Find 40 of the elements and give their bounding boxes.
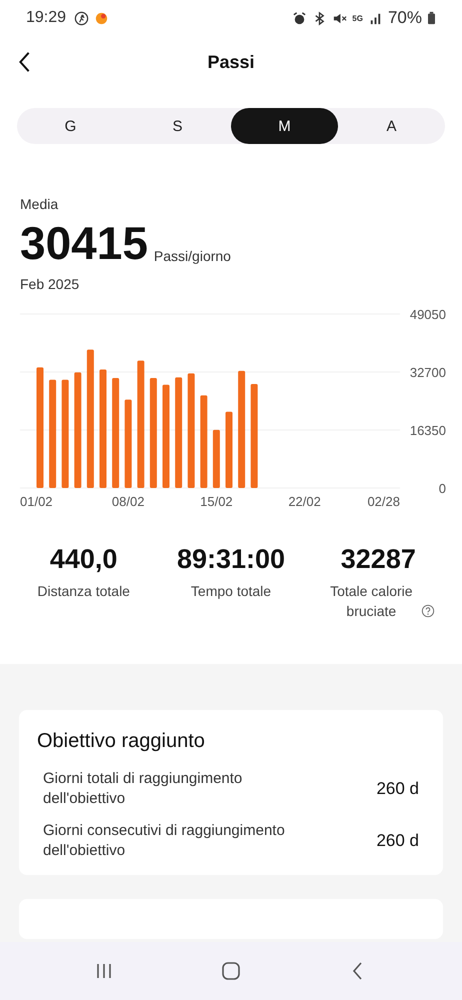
y-tick-label: 32700 [410, 365, 446, 380]
stat-label: Tempo totale [190, 582, 272, 601]
network-label: 5G [352, 14, 363, 22]
home-icon[interactable] [220, 961, 241, 981]
x-tick-label: 02/28 [367, 494, 400, 509]
card-title: Obiettivo raggiunto [37, 730, 206, 753]
summary-label: Media [20, 196, 60, 212]
average-unit: Passi/giorno [154, 248, 231, 266]
help-icon[interactable] [421, 604, 436, 618]
alarm-icon [292, 10, 308, 26]
battery-icon [427, 11, 436, 25]
period-tab[interactable]: S [124, 108, 231, 144]
y-tick-label: 16350 [410, 423, 446, 438]
y-tick-label: 0 [438, 481, 446, 496]
period-label: Feb 2025 [20, 276, 80, 292]
page-title: Passi [207, 52, 255, 72]
app-dot-icon [94, 10, 110, 26]
running-icon [74, 10, 90, 26]
goal-row-value: 260 d [376, 779, 419, 799]
x-tick-label: 01/02 [20, 494, 53, 509]
chart-bar [212, 430, 220, 488]
status-time: 19:29 [26, 9, 66, 27]
battery-level: 70% [388, 8, 422, 28]
x-tick-label: 08/02 [112, 494, 144, 509]
average-value: 30415 [20, 218, 148, 268]
period-tab[interactable]: A [338, 108, 445, 144]
stat-value: 89:31:00 [176, 544, 286, 575]
stat-value: 440,0 [50, 544, 118, 575]
goal-row-value: 260 d [376, 831, 419, 851]
goal-row-label: Giorni consecutivi di raggiungimento dell'obiettivo [43, 821, 286, 861]
x-tick-label: 22/02 [288, 494, 321, 509]
stat-label: Totale calorie bruciate [329, 582, 414, 621]
goal-row-label: Giorni totali di raggiungimento dell'obiettivo [43, 769, 244, 809]
stat-value: 32287 [340, 544, 416, 575]
back-icon[interactable] [18, 51, 32, 73]
y-tick-label: 49050 [410, 307, 446, 322]
x-tick-label: 15/02 [200, 494, 233, 509]
stat-label: Distanza totale [37, 582, 130, 601]
period-tab[interactable]: G [17, 108, 124, 144]
period-tab[interactable]: M [231, 108, 338, 144]
